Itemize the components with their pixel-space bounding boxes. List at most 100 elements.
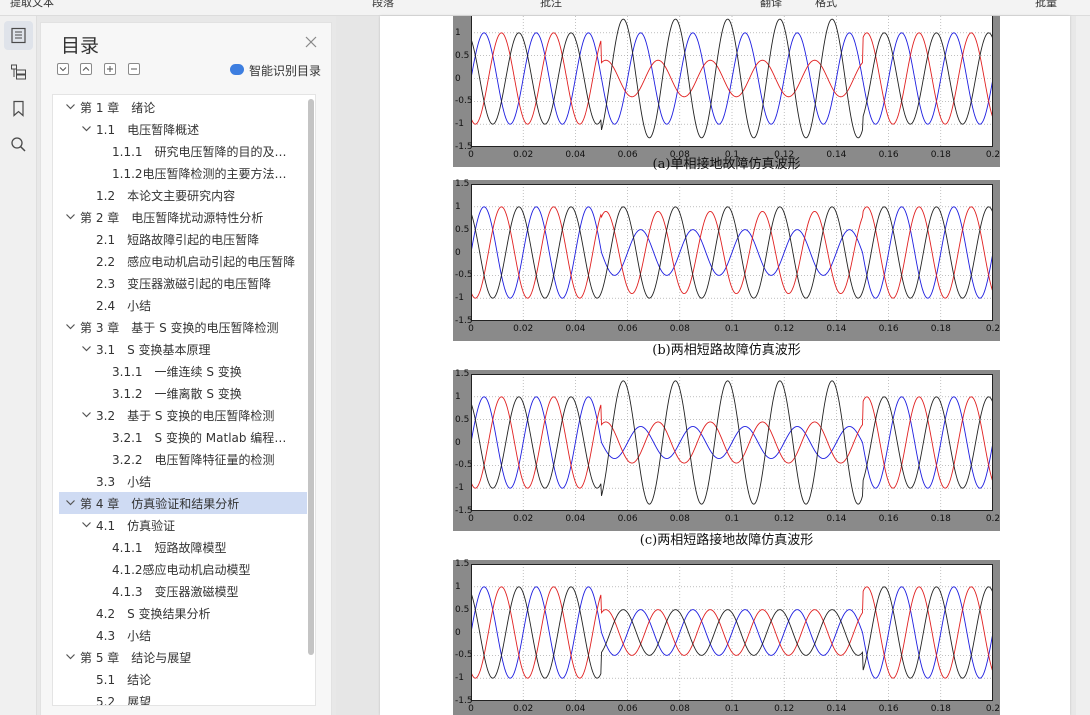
chevron-down-icon[interactable] [81,519,92,530]
expand-all-button[interactable] [80,63,92,75]
outline-item[interactable]: 4.1.2感应电动机启动模型 [53,558,315,580]
collapse-all-button[interactable] [57,63,69,75]
toolbar-item[interactable]: 翻译 [760,0,782,9]
x-tick-label: 0.14 [826,704,847,714]
outline-item-label: 3.2.1 S 变换的 Matlab 编程实现 [112,431,298,445]
outline-item[interactable]: 3.2.1 S 变换的 Matlab 编程实现 [53,426,315,448]
chevron-down-icon[interactable] [81,123,92,134]
x-tick-label: 0.18 [930,514,951,524]
chevron-down-icon[interactable] [65,211,76,222]
outline-item[interactable]: 3.3 小结 [53,470,315,492]
plot-area [471,374,993,511]
plot-area [471,564,993,701]
outline-item-label: 2.3 变压器激磁引起的电压暂降 [96,277,272,291]
outline-item[interactable]: 3.1.1 一维连续 S 变换 [53,360,315,382]
outline-item[interactable]: 5.2 展望 [53,690,315,705]
chevron-down-icon[interactable] [81,343,92,354]
x-tick-label: 0.08 [669,514,690,524]
search-button[interactable] [4,130,33,159]
y-tick-label: 1 [455,201,461,212]
x-tick-label: 0.08 [669,704,690,714]
toolbar-item[interactable]: 格式 [815,0,837,9]
y-tick-label: 0.5 [455,604,470,615]
y-tick-label: 1 [455,391,461,402]
x-tick-label: 0.18 [930,324,951,334]
y-tick-label: 1 [455,581,461,592]
chevron-down-icon[interactable] [81,409,92,420]
outline-item[interactable]: 2.4 小结 [53,294,315,316]
outline-item-label: 4.1.3 变压器激磁模型 [112,585,239,599]
outline-item-label: 3.3 小结 [96,475,152,489]
close-icon[interactable] [303,34,319,50]
outline-item[interactable]: 第 4 章 仿真验证和结果分析 [59,492,307,514]
left-icon-rail [0,16,37,715]
outline-item[interactable]: 2.2 感应电动机启动引起的电压暂降 [53,250,315,272]
outline-panel-button[interactable] [4,21,33,50]
outline-item-label: 第 1 章 绪论 [80,101,156,115]
outline-item[interactable]: 4.1.1 短路故障模型 [53,536,315,558]
x-tick-label: 0.1 [724,514,740,524]
x-tick-label: 0.2 [985,324,1001,334]
toolbar-item[interactable]: 段落 [372,0,394,9]
y-tick-label: 0 [455,73,461,84]
outline-item[interactable]: 2.3 变压器激磁引起的电压暂降 [53,272,315,294]
chevron-down-icon[interactable] [65,321,76,332]
outline-item-label: 3.1 S 变换基本原理 [96,343,211,357]
outline-item-label: 4.3 小结 [96,629,152,643]
y-tick-label: 0 [455,627,461,638]
document-list-icon [11,27,26,44]
add-entry-button[interactable] [104,63,116,75]
toolbar-item[interactable]: 提取文本 [10,0,54,9]
outline-item-label: 1.1.1 研究电压暂降的目的及意义 [112,145,298,159]
outline-item[interactable]: 1.2 本论文主要研究内容 [53,184,315,206]
outline-item[interactable]: 4.1.3 变压器激磁模型 [53,580,315,602]
smart-recognize-label: 智能识别目录 [249,64,322,78]
outline-item[interactable]: 第 5 章 结论与展望 [53,646,315,668]
chevron-down-icon[interactable] [65,497,76,508]
remove-entry-button[interactable] [128,63,140,75]
outline-item[interactable]: 3.1.2 一维离散 S 变换 [53,382,315,404]
outline-item[interactable]: 3.2.2 电压暂降特征量的检测 [53,448,315,470]
outline-item-label: 第 5 章 结论与展望 [80,651,192,665]
outline-item[interactable]: 1.1.1 研究电压暂降的目的及意义 [53,140,315,162]
toolbar-item[interactable]: 批量 [1035,0,1057,9]
outline-item-label: 4.1.1 短路故障模型 [112,541,227,555]
x-tick-label: 0.06 [617,514,638,524]
toolbar-item[interactable]: 批注 [540,0,562,9]
outline-item[interactable]: 4.3 小结 [53,624,315,646]
waveform-figure: 1.510.50-0.5-1-1.500.020.040.060.080.10.… [453,559,1000,715]
document-scrollbar[interactable] [1076,16,1090,715]
chevron-down-icon [59,67,67,72]
y-tick-label: -0.5 [455,96,473,107]
outline-item[interactable]: 1.1.2电压暂降检测的主要方法及现状 [53,162,315,184]
y-tick-label: -0.5 [455,460,473,471]
outline-item[interactable]: 第 2 章 电压暂降扰动源特性分析 [53,206,315,228]
outline-item[interactable]: 4.1 仿真验证 [53,514,315,536]
outline-item[interactable]: 3.2 基于 S 变换的电压暂降检测 [53,404,315,426]
chevron-down-icon[interactable] [65,101,76,112]
outline-item[interactable]: 第 1 章 绪论 [53,96,315,118]
chevron-down-icon[interactable] [65,651,76,662]
outline-item-label: 2.2 感应电动机启动引起的电压暂降 [96,255,296,269]
outline-item-label: 第 2 章 电压暂降扰动源特性分析 [80,211,264,225]
bookmarks-button[interactable] [4,94,33,123]
figure-caption: (c)两相短路接地故障仿真波形 [639,533,814,548]
outline-title: 目录 [61,35,100,57]
structure-panel-button[interactable] [4,57,33,86]
outline-item[interactable]: 5.1 结论 [53,668,315,690]
y-tick-label: -0.5 [455,270,473,281]
canvas-background [336,16,380,715]
outline-item[interactable]: 4.2 S 变换结果分析 [53,602,315,624]
x-tick-label: 0.18 [930,704,951,714]
outline-item[interactable]: 3.1 S 变换基本原理 [53,338,315,360]
outline-item-label: 第 3 章 基于 S 变换的电压暂降检测 [80,321,279,335]
outline-item[interactable]: 2.1 短路故障引起的电压暂降 [53,228,315,250]
outline-item[interactable]: 第 3 章 基于 S 变换的电压暂降检测 [53,316,315,338]
bookmark-icon [13,100,24,117]
outline-item-label: 3.1.1 一维连续 S 变换 [112,365,242,379]
x-tick-label: 0.04 [565,704,586,714]
waveform-figure: 1.510.50-0.5-1-1.500.020.040.060.080.10.… [453,16,1000,167]
outline-item-label: 4.1 仿真验证 [96,519,176,533]
outline-scrollbar[interactable] [308,99,314,655]
outline-item[interactable]: 1.1 电压暂降概述 [53,118,315,140]
